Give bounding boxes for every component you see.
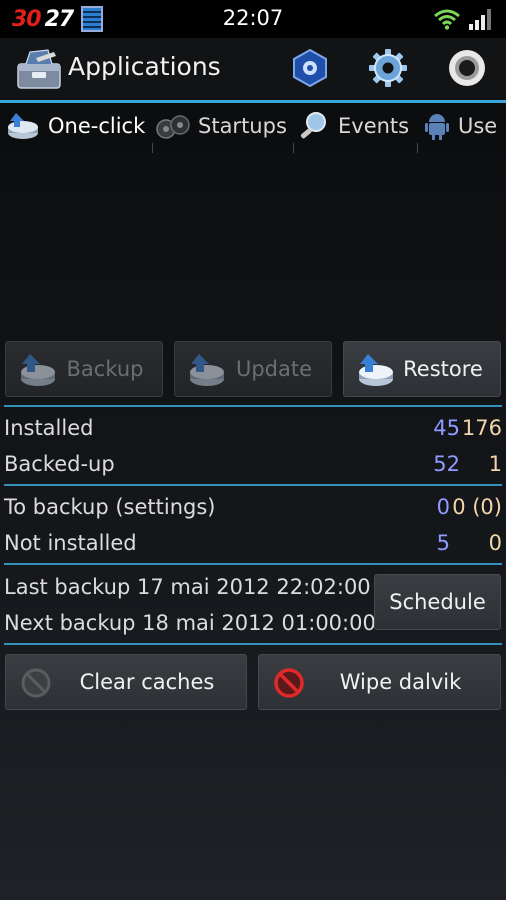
- stat-row-installed: Installed 45 176: [4, 412, 502, 446]
- tab-one-click[interactable]: One-click: [6, 103, 145, 149]
- clear-caches-button[interactable]: Clear caches: [5, 654, 247, 710]
- status-bar: 30 27 22:07: [0, 0, 506, 38]
- market-icon[interactable]: [290, 48, 330, 88]
- button-label: Update: [235, 357, 313, 381]
- tab-divider: [293, 143, 294, 153]
- stat-row-not-installed: Not installed 5 0: [4, 527, 502, 561]
- tab-label: Events: [338, 114, 410, 138]
- toolbox-icon: [17, 49, 61, 89]
- restore-button[interactable]: Restore: [343, 341, 501, 397]
- tab-use[interactable]: Use: [424, 103, 497, 149]
- section-divider: [4, 405, 502, 407]
- stat-row-to-backup: To backup (settings) 0 0 (0): [4, 491, 502, 525]
- backup-button[interactable]: Backup: [5, 341, 163, 397]
- button-label: Clear caches: [79, 670, 215, 694]
- tab-label: Startups: [198, 114, 287, 138]
- page-title: Applications: [68, 52, 221, 81]
- update-button[interactable]: Update: [174, 341, 332, 397]
- stat-user-value: 45: [433, 416, 460, 440]
- last-backup-text: Last backup 17 mai 2012 22:02:00: [4, 575, 371, 599]
- stat-system-value: 1: [488, 452, 502, 476]
- tab-divider: [152, 143, 153, 153]
- stat-label: To backup (settings): [4, 495, 216, 519]
- action-bar: Applications: [0, 38, 506, 100]
- wipe-dalvik-button[interactable]: Wipe dalvik: [258, 654, 501, 710]
- startup-icon: [156, 115, 190, 139]
- stat-system-value: 0: [488, 531, 502, 555]
- stat-system-value: 176: [461, 416, 502, 440]
- stat-row-backed-up: Backed-up 52 1: [4, 448, 502, 482]
- settings-gear-icon[interactable]: [368, 48, 408, 88]
- tab-events[interactable]: Events: [298, 103, 409, 149]
- schedule-button[interactable]: Schedule: [374, 574, 501, 630]
- clock: 22:07: [222, 6, 284, 30]
- wifi-icon: [434, 9, 460, 30]
- button-label: Schedule: [389, 590, 486, 614]
- record-icon[interactable]: [447, 48, 487, 88]
- tab-divider: [417, 143, 418, 153]
- next-backup-text: Next backup 18 mai 2012 01:00:00: [4, 611, 376, 635]
- section-divider: [4, 643, 502, 645]
- stat-label: Installed: [4, 416, 94, 440]
- stat-user-value: 0: [436, 495, 450, 519]
- magnifier-icon: [300, 112, 326, 139]
- section-divider: [4, 484, 502, 486]
- button-label: Wipe dalvik: [339, 670, 462, 694]
- stat-system-value: 0 (0): [452, 495, 502, 519]
- button-label: Backup: [66, 357, 144, 381]
- tab-startups[interactable]: Startups: [156, 103, 287, 149]
- signal-icon: [469, 9, 491, 30]
- stat-user-value: 52: [433, 452, 460, 476]
- tab-bar: One-click Startups Events Use: [0, 103, 506, 153]
- tab-label: Use: [458, 114, 498, 138]
- button-label: Restore: [403, 357, 483, 381]
- tab-label: One-click: [48, 114, 146, 138]
- android-icon: [425, 114, 449, 140]
- section-divider: [4, 563, 502, 565]
- stat-user-value: 5: [436, 531, 450, 555]
- stat-label: Backed-up: [4, 452, 115, 476]
- stat-label: Not installed: [4, 531, 137, 555]
- backup-disk-icon: [8, 113, 38, 139]
